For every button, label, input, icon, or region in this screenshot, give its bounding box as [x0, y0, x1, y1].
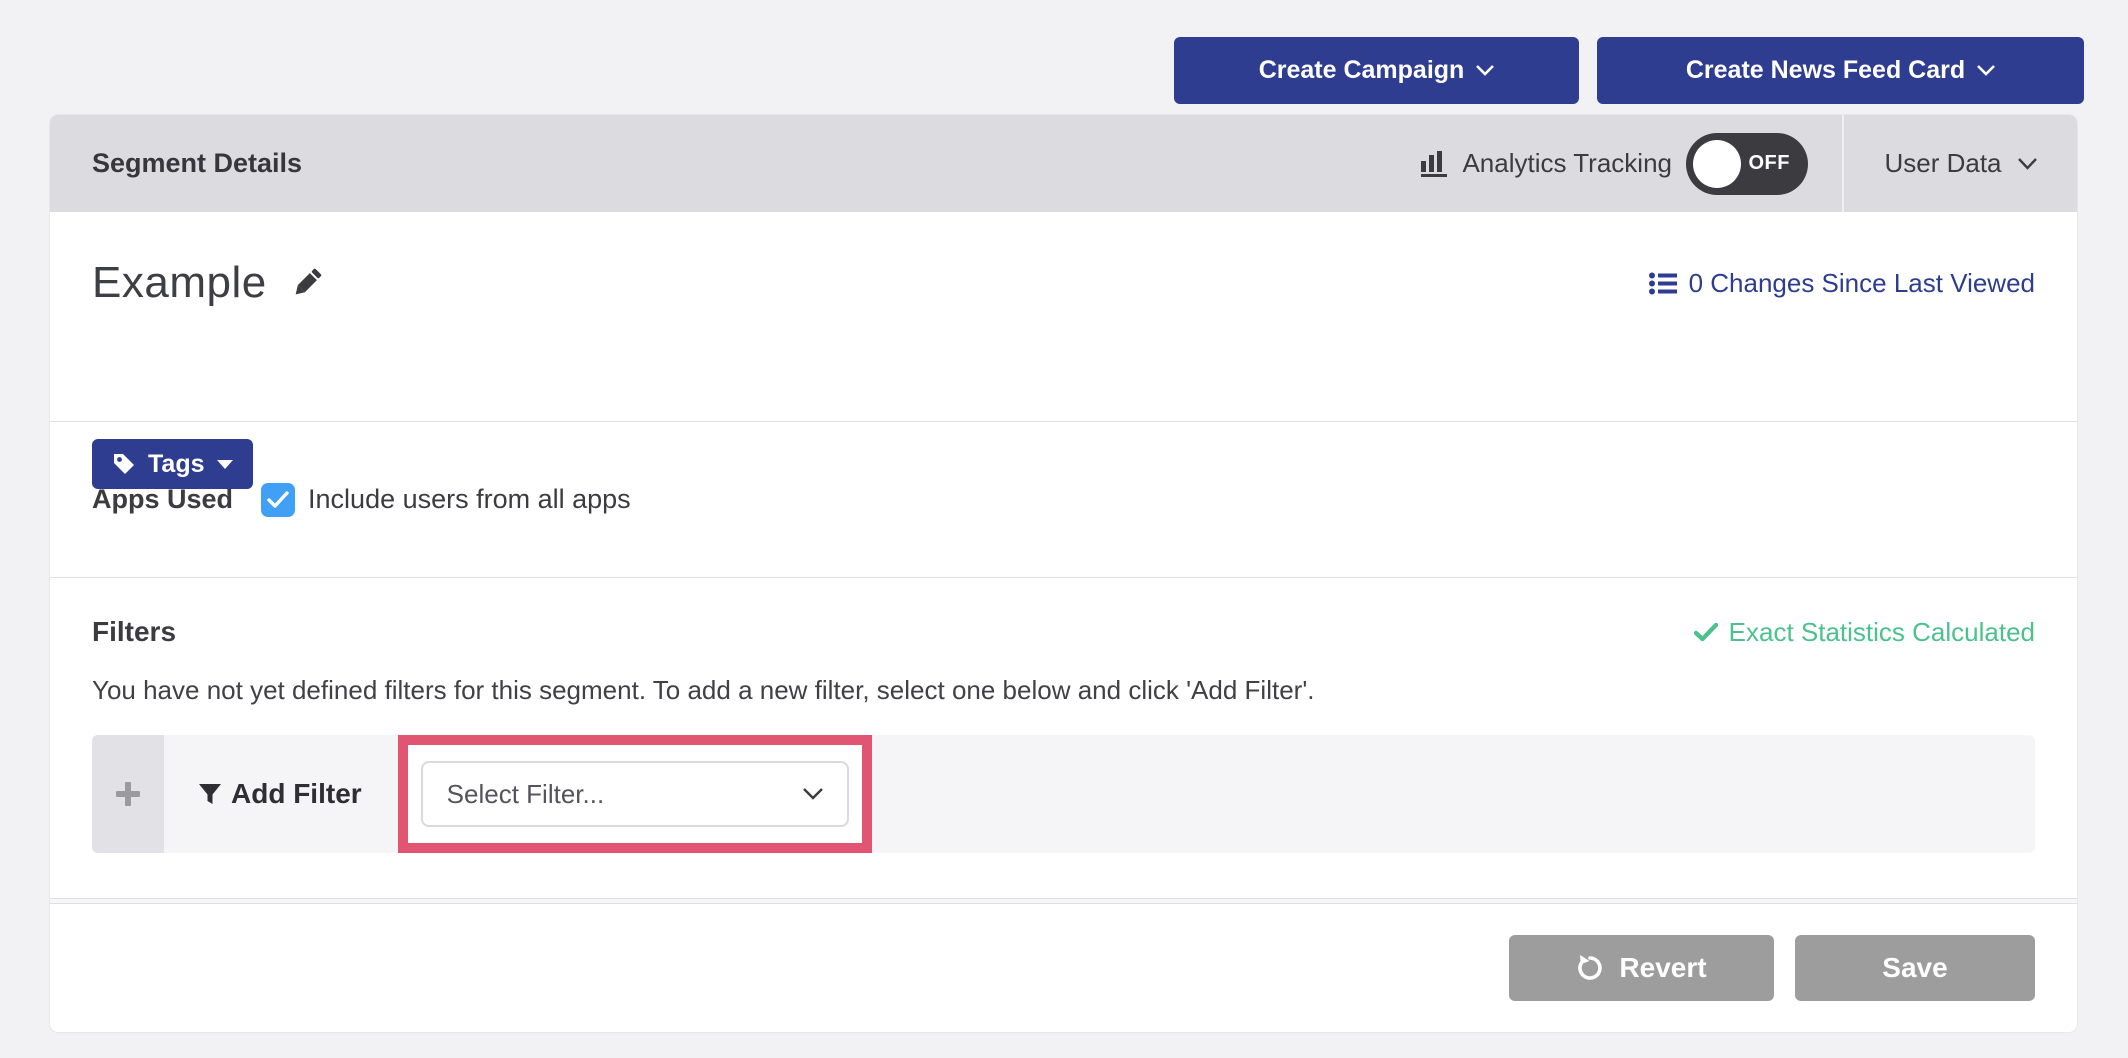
chevron-down-icon [2018, 158, 2037, 170]
revert-button[interactable]: Revert [1509, 935, 1774, 1001]
undo-icon [1576, 954, 1604, 982]
changes-since-last-viewed-link[interactable]: 0 Changes Since Last Viewed [1649, 268, 2035, 299]
chevron-down-icon [1476, 65, 1494, 76]
plus-icon [115, 781, 141, 807]
include-all-apps-checkbox[interactable] [261, 483, 295, 517]
toggle-knob [1693, 140, 1741, 188]
tags-button[interactable]: Tags [92, 439, 253, 489]
select-filter-placeholder: Select Filter... [447, 779, 605, 810]
user-data-dropdown[interactable]: User Data [1844, 115, 2077, 212]
analytics-tracking-block: Analytics Tracking OFF [1420, 115, 1842, 212]
add-filter-label-group: Add Filter [198, 778, 362, 810]
add-filter-row: Add Filter Select Filter... [92, 735, 2035, 853]
create-news-feed-card-button[interactable]: Create News Feed Card [1597, 37, 2084, 104]
segment-title-section: Example [50, 212, 2077, 422]
create-campaign-label: Create Campaign [1259, 56, 1465, 85]
filters-section: Filters Exact Statistics Calculated You … [50, 578, 2077, 898]
exact-statistics-status: Exact Statistics Calculated [1694, 617, 2035, 648]
tags-button-label: Tags [148, 450, 205, 479]
filters-description: You have not yet defined filters for thi… [92, 675, 2035, 706]
pencil-icon[interactable] [289, 265, 325, 301]
revert-button-label: Revert [1619, 952, 1706, 984]
changes-link-label: 0 Changes Since Last Viewed [1689, 268, 2035, 299]
create-news-feed-label: Create News Feed Card [1686, 56, 1965, 85]
save-button[interactable]: Save [1795, 935, 2035, 1001]
create-campaign-button[interactable]: Create Campaign [1174, 37, 1579, 104]
page-title: Segment Details [92, 148, 302, 179]
segment-details-card: Segment Details Analytics Tracking [50, 115, 2077, 1032]
select-filter-dropdown[interactable]: Select Filter... [421, 761, 849, 827]
checkmark-icon [1694, 623, 1718, 642]
segment-name: Example [92, 258, 267, 308]
tag-icon [112, 452, 136, 476]
add-row-button[interactable] [92, 735, 164, 853]
analytics-tracking-label: Analytics Tracking [1462, 148, 1672, 179]
footer-actions: Revert Save [50, 904, 2077, 1032]
filters-heading: Filters [92, 616, 176, 648]
list-icon [1649, 272, 1677, 295]
add-filter-label: Add Filter [231, 778, 362, 810]
caret-down-icon [217, 460, 233, 469]
user-data-label: User Data [1884, 148, 2001, 179]
chevron-down-icon [803, 788, 823, 800]
bar-chart-icon [1420, 151, 1448, 177]
exact-statistics-label: Exact Statistics Calculated [1729, 617, 2035, 648]
save-button-label: Save [1882, 952, 1947, 984]
apps-used-section: Apps Used Include users from all apps [50, 422, 2077, 578]
analytics-tracking-toggle[interactable]: OFF [1686, 133, 1808, 195]
include-all-apps-label: Include users from all apps [308, 484, 631, 515]
funnel-icon [198, 782, 222, 806]
segment-details-page: Create Campaign Create News Feed Card Se… [0, 0, 2128, 1058]
toggle-state-label: OFF [1749, 152, 1791, 175]
chevron-down-icon [1977, 65, 1995, 76]
card-header: Segment Details Analytics Tracking [50, 115, 2077, 212]
select-filter-highlight: Select Filter... [398, 735, 872, 853]
